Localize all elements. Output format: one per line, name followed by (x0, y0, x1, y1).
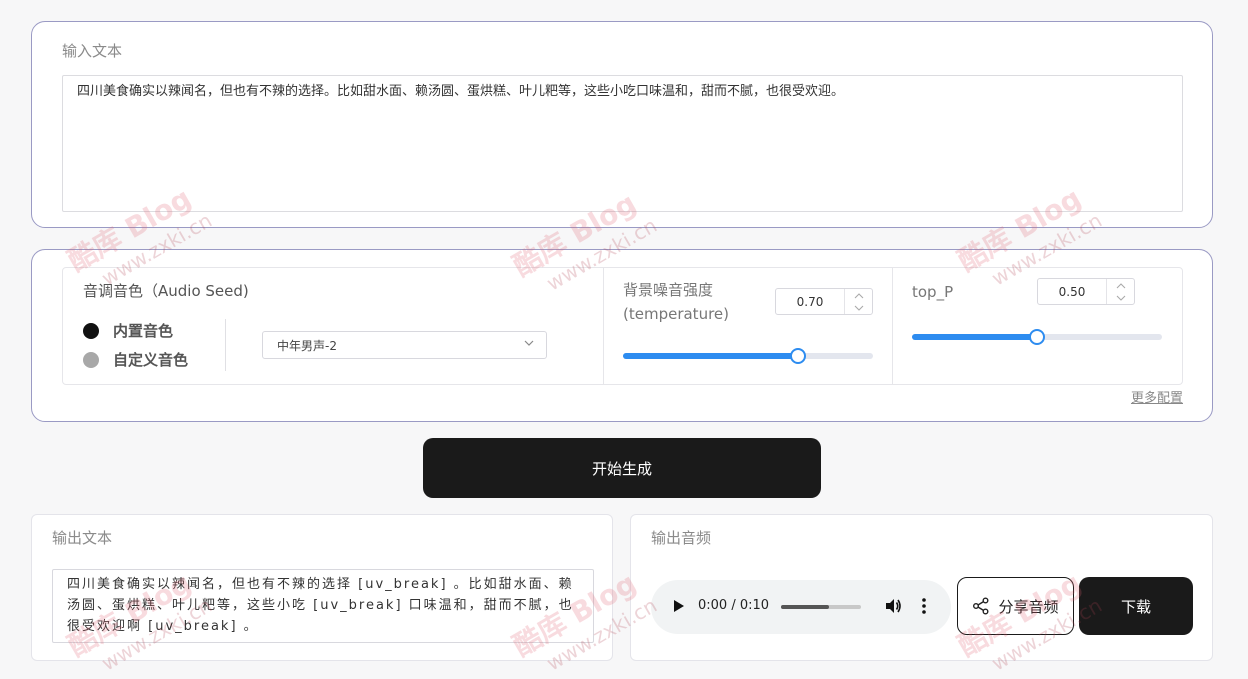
voice-select-value: 中年男声-2 (277, 338, 337, 353)
audio-progress-fill (781, 605, 829, 609)
radio-unchecked-icon (83, 351, 99, 368)
temperature-stepper[interactable] (844, 289, 872, 314)
volume-icon[interactable] (884, 597, 902, 615)
radio-custom-label: 自定义音色 (113, 351, 189, 369)
temperature-slider-fill (623, 353, 798, 359)
output-text-card: 输出文本 四川美食确实以辣闻名，但也有不辣的选择 [uv_break] 。比如甜… (31, 514, 613, 661)
voice-select[interactable]: 中年男声-2 (262, 331, 547, 359)
input-textarea[interactable]: 四川美食确实以辣闻名，但也有不辣的选择。比如甜水面、赖汤圆、蛋烘糕、叶儿粑等，这… (62, 75, 1183, 212)
radio-checked-icon (83, 322, 99, 339)
more-vertical-icon[interactable] (921, 597, 927, 615)
radio-builtin-voice[interactable]: 内置音色 (83, 320, 173, 341)
top-p-value: 0.50 (1058, 285, 1086, 299)
config-panel: 音调音色（Audio Seed) 内置音色 自定义音色 中年男声-2 背景噪音强… (62, 267, 1183, 385)
radio-custom-voice[interactable]: 自定义音色 (83, 349, 188, 370)
share-icon (973, 597, 989, 615)
audio-progress-bar[interactable] (781, 605, 861, 609)
more-config-link[interactable]: 更多配置 (1131, 387, 1183, 406)
voice-title: 音调音色（Audio Seed) (83, 282, 249, 300)
chevron-up-icon[interactable] (854, 292, 864, 300)
temperature-input[interactable]: 0.70 (775, 288, 873, 315)
section-divider (603, 268, 604, 384)
audio-player: 0:00 / 0:10 (651, 580, 951, 634)
temperature-label: 背景噪音强度(temperature) (623, 281, 729, 323)
voice-divider (225, 319, 226, 371)
share-audio-label: 分享音频 (998, 597, 1059, 616)
top-p-label: top_P (912, 283, 954, 301)
temperature-value: 0.70 (796, 295, 824, 309)
top-p-slider[interactable] (912, 329, 1162, 345)
output-audio-card: 输出音频 0:00 / 0:10 分享音频 下载 (630, 514, 1213, 661)
temperature-slider-thumb[interactable] (790, 348, 806, 364)
top-p-stepper[interactable] (1106, 279, 1134, 304)
output-audio-label: 输出音频 (651, 529, 712, 547)
download-button[interactable]: 下载 (1079, 577, 1193, 635)
config-card: 音调音色（Audio Seed) 内置音色 自定义音色 中年男声-2 背景噪音强… (31, 249, 1213, 422)
output-text-label: 输出文本 (52, 529, 113, 547)
top-p-slider-thumb[interactable] (1029, 329, 1045, 345)
share-audio-button[interactable]: 分享音频 (957, 577, 1074, 635)
output-textarea[interactable]: 四川美食确实以辣闻名，但也有不辣的选择 [uv_break] 。比如甜水面、赖汤… (52, 569, 594, 643)
radio-builtin-label: 内置音色 (113, 322, 174, 340)
chevron-up-icon[interactable] (1116, 282, 1126, 290)
generate-button[interactable]: 开始生成 (423, 438, 821, 498)
input-label: 输入文本 (62, 42, 123, 60)
chevron-down-icon[interactable] (1116, 294, 1126, 302)
top-p-input[interactable]: 0.50 (1037, 278, 1135, 305)
top-p-slider-fill (912, 334, 1037, 340)
audio-time: 0:00 / 0:10 (698, 598, 770, 613)
input-card: 输入文本 四川美食确实以辣闻名，但也有不辣的选择。比如甜水面、赖汤圆、蛋烘糕、叶… (31, 21, 1213, 228)
play-icon[interactable] (673, 599, 685, 613)
temperature-slider[interactable] (623, 348, 873, 364)
chevron-down-icon (524, 340, 534, 346)
section-divider (892, 268, 893, 384)
chevron-down-icon[interactable] (854, 304, 864, 312)
